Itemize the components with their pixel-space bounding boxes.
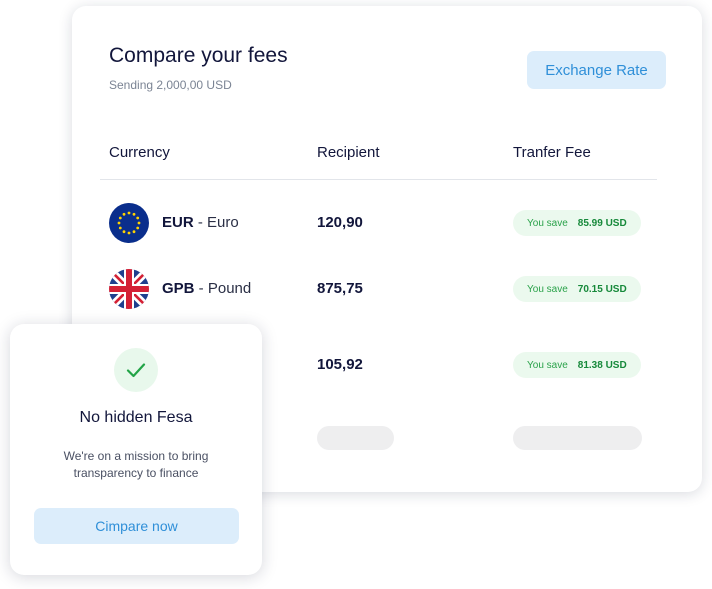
column-header-transfer-fee: Tranfer Fee bbox=[513, 144, 591, 161]
column-header-currency: Currency bbox=[109, 144, 170, 161]
savings-badge: You save 70.15 USD bbox=[513, 276, 641, 302]
currency-name: Euro bbox=[207, 214, 239, 231]
skeleton-placeholder bbox=[513, 426, 642, 450]
header-divider bbox=[100, 179, 657, 180]
check-badge bbox=[114, 348, 158, 392]
page-title: Compare your fees bbox=[109, 44, 288, 67]
recipient-amount: 875,75 bbox=[317, 280, 363, 297]
currency-code: GPB bbox=[162, 280, 195, 297]
savings-value: 70.15 USD bbox=[577, 283, 627, 295]
currency-label: GPB - Pound bbox=[162, 280, 251, 297]
table-row[interactable]: GPB - Pound 875,75 You save 70.15 USD bbox=[72, 269, 702, 309]
savings-value: 85.99 USD bbox=[577, 217, 627, 229]
promo-title: No hidden Fesa bbox=[79, 409, 193, 426]
exchange-rate-button[interactable]: Exchange Rate bbox=[527, 51, 666, 89]
currency-separator: - bbox=[194, 280, 208, 297]
check-icon bbox=[126, 363, 146, 378]
savings-label: You save bbox=[527, 217, 568, 229]
column-header-recipient: Recipient bbox=[317, 144, 380, 161]
currency-separator: - bbox=[193, 214, 208, 231]
promo-card: No hidden Fesa We're on a mission to bri… bbox=[10, 324, 262, 575]
sending-amount: Sending 2,000,00 USD bbox=[109, 78, 232, 92]
promo-description: We're on a mission to bring transparency… bbox=[63, 449, 209, 480]
savings-value: 81.38 USD bbox=[577, 359, 627, 371]
currency-code: EUR bbox=[162, 214, 194, 231]
savings-badge: You save 81.38 USD bbox=[513, 352, 641, 378]
currency-label: EUR - Euro bbox=[162, 214, 239, 231]
eu-flag-icon bbox=[109, 203, 149, 243]
savings-badge: You save 85.99 USD bbox=[513, 210, 641, 236]
uk-flag-icon bbox=[109, 269, 149, 309]
recipient-amount: 120,90 bbox=[317, 214, 363, 231]
savings-label: You save bbox=[527, 283, 568, 295]
savings-label: You save bbox=[527, 359, 568, 371]
compare-now-button[interactable]: Cimpare now bbox=[34, 508, 239, 544]
recipient-amount: 105,92 bbox=[317, 356, 363, 373]
skeleton-placeholder bbox=[317, 426, 394, 450]
table-row[interactable]: EUR - Euro 120,90 You save 85.99 USD bbox=[72, 203, 702, 243]
currency-name: Pound bbox=[207, 280, 252, 297]
